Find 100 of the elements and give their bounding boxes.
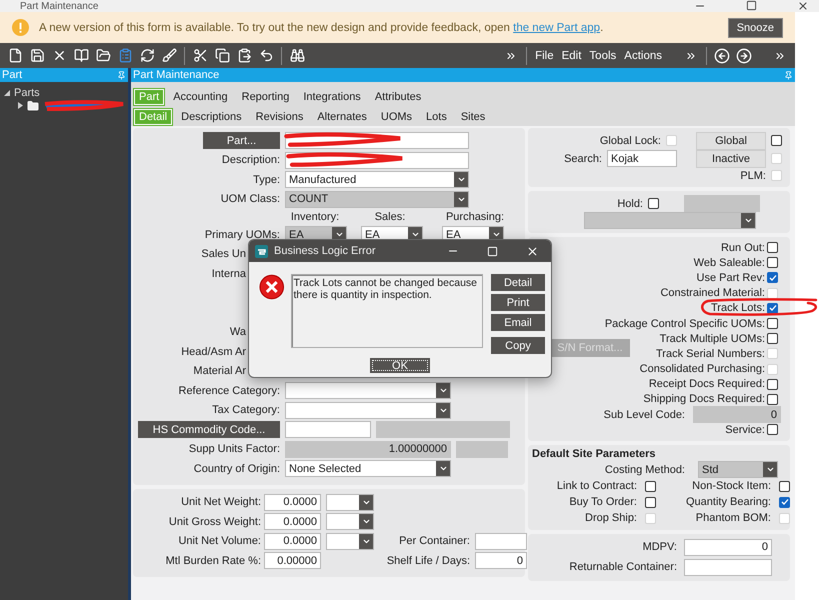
snooze-button[interactable]: Snooze — [728, 18, 783, 38]
checkbox[interactable] — [767, 394, 778, 405]
dropdown-field[interactable] — [326, 513, 374, 530]
dropdown-field[interactable] — [326, 494, 374, 511]
tree-item[interactable]: Parts — [0, 86, 128, 99]
option-label: Track Serial Numbers: — [656, 348, 765, 360]
field-label: Costing Method: — [604, 464, 685, 476]
checkbox[interactable] — [767, 302, 778, 314]
input-field[interactable]: 0 — [684, 538, 772, 556]
checkbox[interactable] — [645, 496, 656, 508]
option-label: Sub Level Code: — [604, 408, 685, 421]
dialog-button[interactable]: Email — [491, 314, 545, 331]
field-label: Head/Asm Ar — [180, 346, 246, 358]
warning-icon — [12, 19, 29, 36]
dropdown-field[interactable] — [285, 402, 451, 419]
field-label: Hold: — [617, 198, 643, 210]
field-label: Mtl Burden Rate %: — [164, 554, 261, 567]
pin-icon[interactable] — [784, 70, 793, 80]
tab[interactable]: UOMs — [374, 108, 418, 126]
menu-item[interactable]: Edit — [558, 50, 586, 62]
number-field[interactable]: 0.0000 — [264, 494, 321, 511]
dialog-button[interactable]: Detail — [491, 274, 545, 291]
expand-arrow-icon[interactable] — [4, 90, 10, 96]
dropdown-field[interactable]: None Selected — [285, 460, 451, 478]
dialog-button[interactable]: Copy — [491, 337, 545, 354]
checkbox[interactable] — [767, 333, 778, 344]
checkbox[interactable] — [648, 198, 659, 209]
field-label: Wa — [228, 326, 246, 338]
option-label: Web Saleable: — [694, 256, 765, 269]
tab[interactable]: Sites — [454, 108, 492, 126]
dropdown-field[interactable] — [326, 532, 374, 550]
window-title: Part Maintenance — [20, 0, 98, 12]
menu-item[interactable]: Actions — [620, 50, 666, 62]
tab[interactable]: Attributes — [368, 88, 428, 106]
tab[interactable]: Alternates — [311, 108, 373, 126]
checkbox[interactable] — [767, 257, 778, 268]
dropdown-field[interactable] — [285, 382, 451, 400]
search-field[interactable]: Kojak — [607, 150, 677, 167]
checkbox[interactable] — [779, 480, 790, 492]
field-label: Type: — [252, 174, 280, 186]
dropdown-field[interactable] — [584, 212, 756, 229]
ok-button[interactable]: OK — [370, 358, 430, 373]
checkbox[interactable] — [767, 272, 778, 284]
tab[interactable]: Reporting — [236, 88, 296, 106]
input-field[interactable] — [684, 558, 772, 576]
lookup-button[interactable]: HS Commodity Code... — [138, 421, 280, 438]
option-label: Run Out: — [720, 242, 765, 254]
number-field[interactable]: 0.00000 — [264, 552, 321, 570]
tab[interactable]: Revisions — [250, 108, 310, 126]
collapsed-arrow-icon[interactable] — [18, 102, 23, 109]
checkbox[interactable] — [767, 424, 778, 436]
tab[interactable]: Accounting — [167, 88, 234, 106]
pin-icon[interactable] — [117, 70, 126, 80]
number-field[interactable] — [475, 532, 527, 550]
close-icon[interactable] — [797, 0, 809, 12]
menu-item[interactable]: Tools — [585, 50, 620, 62]
option-label: Consolidated Purchasing: — [640, 363, 765, 376]
error-message: Track Lots cannot be changed because there is quantity in inspection. — [290, 274, 483, 348]
tab[interactable]: Lots — [420, 108, 453, 126]
checkbox[interactable] — [767, 318, 778, 330]
checkbox[interactable] — [779, 496, 790, 508]
tab[interactable]: Descriptions — [175, 108, 248, 126]
input-field[interactable] — [285, 421, 371, 438]
field-label: Returnable Container: — [569, 561, 677, 574]
field-label: MDPV: — [642, 541, 677, 554]
panel-title: Part — [2, 69, 22, 81]
field-label: Unit Net Weight: — [180, 496, 261, 508]
option-label: Buy To Order: — [569, 496, 637, 508]
checkbox[interactable] — [771, 135, 782, 146]
field-label: Material Ar — [192, 365, 246, 378]
option-label: Track Multiple UOMs: — [660, 332, 765, 345]
checkbox[interactable] — [767, 378, 778, 390]
option-label: Service: — [725, 424, 765, 436]
dialog-title: Business Logic Error — [274, 245, 376, 257]
field-label: PLM: — [740, 170, 766, 182]
close-icon[interactable] — [526, 244, 539, 258]
option-label: Quantity Bearing: — [686, 496, 771, 508]
checkbox[interactable] — [767, 242, 778, 254]
dropdown-field[interactable]: Manufactured — [285, 171, 469, 188]
field-label: Sales Un — [200, 248, 246, 260]
folder-icon — [27, 100, 39, 112]
number-field[interactable]: 0.0000 — [264, 513, 321, 530]
notification-text: A new version of this form is available. To try out the new design and provide feedback, open the new Part app. — [39, 22, 604, 34]
checkbox[interactable] — [645, 480, 656, 492]
global-button[interactable]: Global — [696, 132, 766, 150]
column-heading: Inventory: — [290, 211, 340, 223]
field-label: Search: — [564, 152, 602, 164]
error-icon — [259, 274, 285, 300]
lookup-button[interactable]: Part... — [203, 132, 280, 150]
section-title: Default Site Parameters — [532, 448, 656, 460]
menu-item[interactable]: File — [531, 50, 558, 62]
option-label: Use Part Rev: — [696, 272, 765, 284]
number-field[interactable]: 0 — [475, 552, 527, 570]
maximize-icon[interactable] — [746, 0, 757, 11]
dropdown-field[interactable]: Std — [698, 461, 778, 478]
tab[interactable]: Integrations — [297, 88, 367, 106]
number-field[interactable]: 0.0000 — [264, 532, 321, 550]
field-label: Interna — [210, 268, 246, 280]
field-label: Unit Net Volume: — [177, 535, 261, 548]
dialog-button[interactable]: Print — [491, 294, 545, 311]
